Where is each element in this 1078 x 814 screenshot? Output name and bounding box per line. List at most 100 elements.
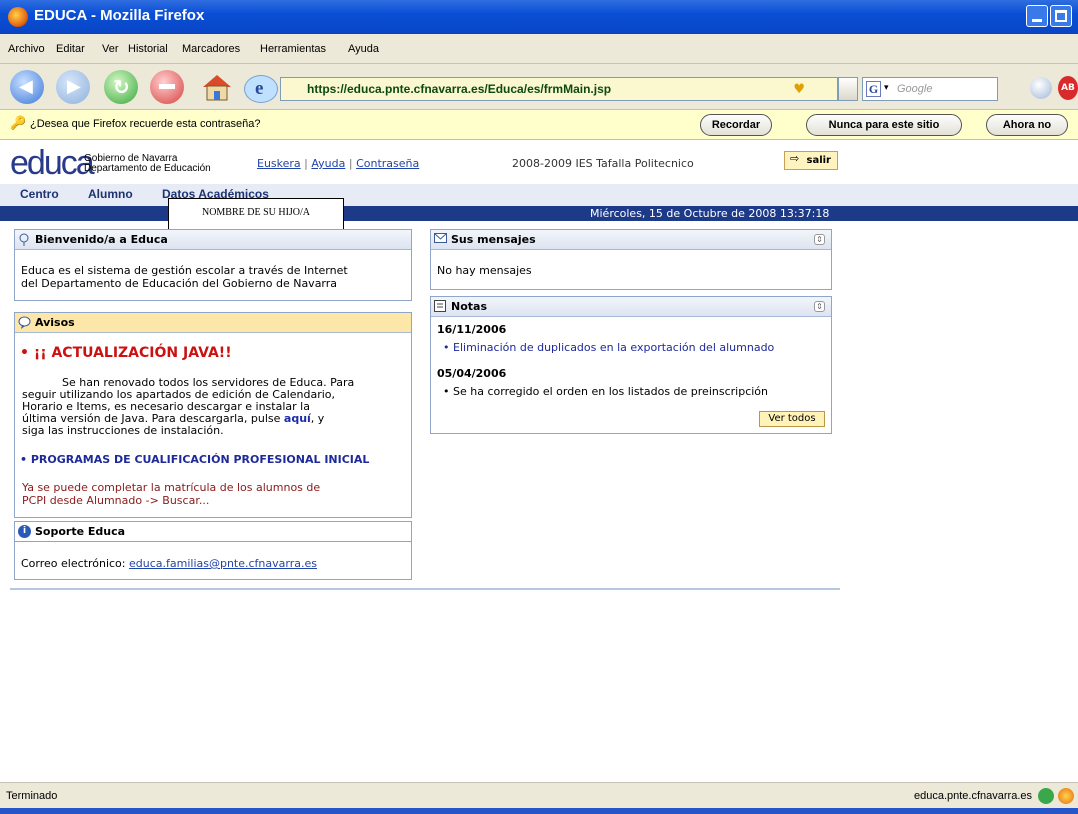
welcome-title: Bienvenido/a a Educa [35,233,168,246]
messages-header: Sus mensajes ⇕ [431,230,831,250]
maximize-button[interactable] [1050,5,1072,27]
password-notification-bar: 🔑 ¿Desea que Firefox recuerde esta contr… [0,110,1078,140]
no-messages-text: No hay mensajes [437,264,532,277]
window-title: EDUCA - Mozilla Firefox [34,7,205,24]
note-text: Se ha corregido el orden en los listados… [453,385,768,398]
page-identity-icon[interactable]: e [244,75,278,103]
security-status-icon[interactable] [1038,788,1054,804]
not-now-button[interactable]: Ahora no [986,114,1068,136]
java-update-title: • ¡¡ ACTUALIZACIÓN JAVA!! [20,345,232,361]
info-icon: i [18,525,31,538]
welcome-panel: Bienvenido/a a Educa Educa es el sistema… [14,229,412,301]
support-title: Soporte Educa [35,525,126,538]
help-link[interactable]: Ayuda [311,157,345,170]
tab-centro[interactable]: Centro [20,187,59,201]
java-title-text: ¡¡ ACTUALIZACIÓN JAVA!! [33,345,232,361]
pcpi-line-2: PCPI desde Alumnado -> Buscar... [22,494,210,507]
menu-herramientas[interactable]: Herramientas [260,43,326,55]
exit-icon: ⇨ [790,152,800,165]
search-icon[interactable] [1030,77,1052,99]
support-panel: i Soporte Educa Correo electrónico: educ… [14,521,412,580]
menu-marcadores[interactable]: Marcadores [182,43,240,55]
notices-header: Avisos [15,313,411,333]
notes-title: Notas [451,300,487,313]
engine-dropdown-icon[interactable]: ▾ [884,83,889,93]
speech-bubble-icon [18,316,31,329]
support-email-line: Correo electrónico: educa.familias@pnte.… [21,557,317,570]
search-placeholder: Google [897,83,933,95]
date-bar: Miércoles, 15 de Octubre de 2008 13:37:1… [0,206,1078,221]
google-engine-icon[interactable]: G [866,81,881,97]
support-header: i Soporte Educa [15,522,411,542]
welcome-icon [18,233,31,246]
menu-historial[interactable]: Historial [128,43,168,55]
java-update-text: Se han renovado todos los servidores de … [22,377,402,437]
adblock-icon[interactable]: AB [1058,76,1078,100]
password-message: ¿Desea que Firefox recuerde esta contras… [30,118,261,130]
url-bar[interactable]: https://educa.pnte.cfnavarra.es/Educa/es… [280,77,838,101]
java-line-5: siga las instrucciones de instalación. [22,424,224,437]
messages-panel: Sus mensajes ⇕ No hay mensajes [430,229,832,290]
messages-title: Sus mensajes [451,233,536,246]
child-name-box: NOMBRE DE SU HIJO/A [168,198,344,230]
back-button[interactable]: ◀ [10,70,44,104]
note-item-link[interactable]: • Eliminación de duplicados en la export… [443,341,774,354]
window-titlebar: EDUCA - Mozilla Firefox [0,0,1078,34]
status-domain: educa.pnte.cfnavarra.es [913,790,1032,802]
home-icon[interactable] [200,72,234,102]
email-label: Correo electrónico: [21,557,129,570]
support-email-link[interactable]: educa.familias@pnte.cfnavarra.es [129,557,317,570]
password-link[interactable]: Contraseña [356,157,419,170]
see-all-button[interactable]: Ver todos [759,411,825,427]
pcpi-text: Ya se puede completar la matrícula de lo… [22,481,402,507]
note-date: 05/04/2006 [437,367,507,380]
content-divider [10,588,840,590]
pcpi-title: • PROGRAMAS DE CUALIFICACIÓN PROFESIONAL… [20,453,370,466]
never-for-site-button[interactable]: Nunca para este sitio [806,114,962,136]
reload-button[interactable]: ↻ [104,70,138,104]
notices-title: Avisos [35,316,75,329]
welcome-text: Educa es el sistema de gestión escolar a… [21,264,348,290]
welcome-line-2: del Departamento de Educación del Gobier… [21,277,338,290]
menu-ver[interactable]: Ver [102,43,119,55]
gov-line-2: Departamento de Educación [84,163,211,174]
forward-button[interactable]: ▶ [56,70,90,104]
current-date: Miércoles, 15 de Octubre de 2008 13:37:1… [590,207,830,220]
search-box[interactable]: G ▾ Google [862,77,998,101]
note-item: • Se ha corregido el orden en los listad… [443,385,768,398]
go-arrow-icon[interactable] [838,77,858,101]
extension-status-icon[interactable] [1058,788,1074,804]
envelope-icon [434,233,447,246]
status-bar: Terminado educa.pnte.cfnavarra.es [0,782,1078,808]
note-icon [434,300,447,313]
java-line-4-end: , y [310,412,325,425]
collapse-notes-button[interactable]: ⇕ [814,301,825,312]
taskbar-strip [0,808,1078,814]
minimize-button[interactable] [1026,5,1048,27]
government-text: Gobierno de Navarra Departamento de Educ… [84,154,211,174]
navigation-toolbar: ◀ ▶ ↻ e https://educa.pnte.cfnavarra.es/… [0,64,1078,110]
notes-header: Notas ⇕ [431,297,831,317]
java-download-link[interactable]: aquí [284,412,311,425]
firefox-logo-icon [8,7,28,27]
note-date: 16/11/2006 [437,323,507,336]
educa-logo: educa [10,144,95,182]
menu-editar[interactable]: Editar [56,43,85,55]
remember-button[interactable]: Recordar [700,114,772,136]
euskera-link[interactable]: Euskera [257,157,301,170]
bookmark-star-icon[interactable]: ♥ [793,82,805,97]
pcpi-title-text: PROGRAMAS DE CUALIFICACIÓN PROFESIONAL I… [30,453,370,466]
collapse-messages-button[interactable]: ⇕ [814,234,825,245]
status-text: Terminado [6,790,58,802]
note-text: Eliminación de duplicados en la exportac… [453,341,775,354]
tab-alumno[interactable]: Alumno [88,187,133,201]
welcome-header: Bienvenido/a a Educa [15,230,411,250]
key-icon: 🔑 [10,116,27,131]
menu-archivo[interactable]: Archivo [8,43,45,55]
logout-button[interactable]: ⇨ salir [784,151,838,170]
separator: | [348,157,357,170]
menu-ayuda[interactable]: Ayuda [348,43,379,55]
pcpi-line-1: Ya se puede completar la matrícula de lo… [22,481,321,494]
menu-bar: Archivo Editar Ver Historial Marcadores … [0,34,1078,64]
stop-button[interactable] [150,70,184,104]
